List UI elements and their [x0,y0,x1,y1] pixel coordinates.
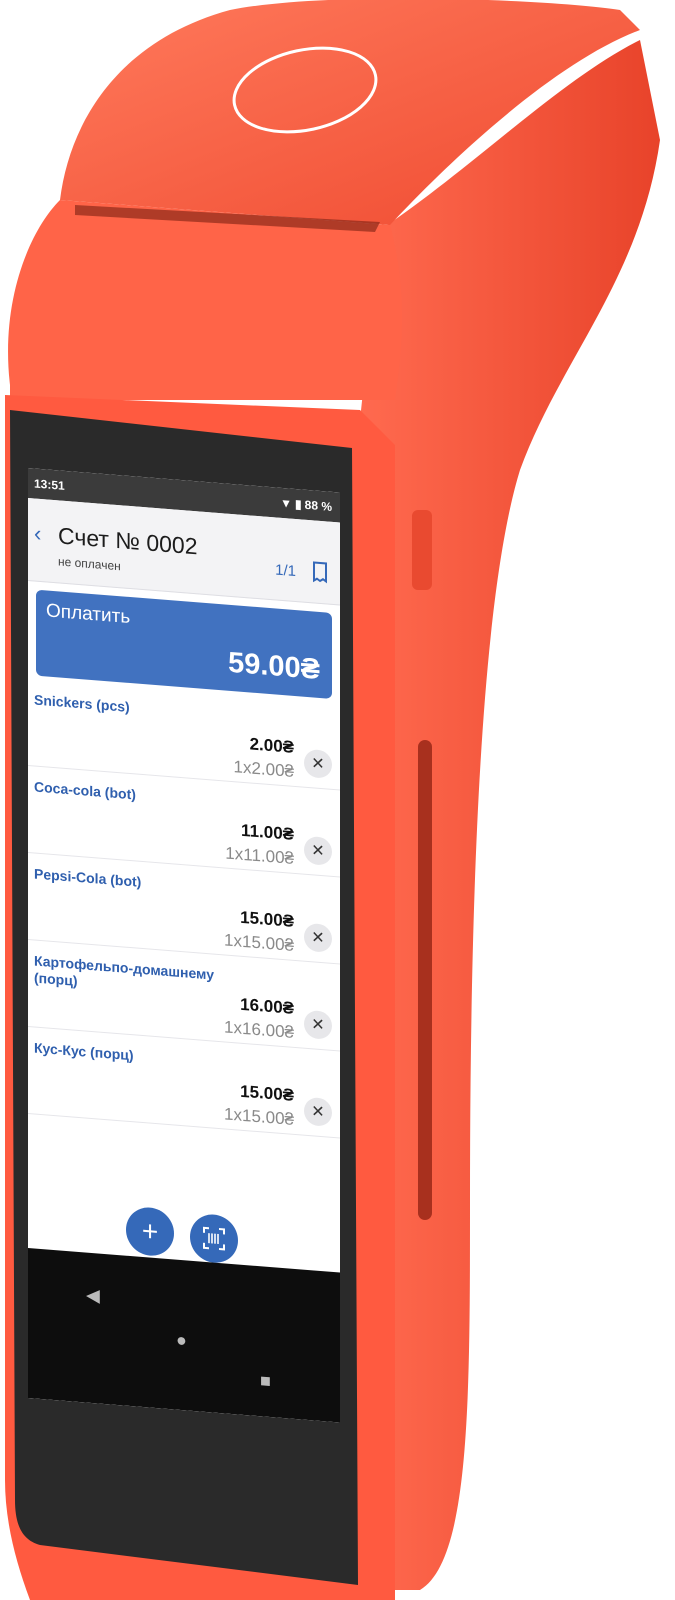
pos-screen: 13:51 ▼ ▮ 88 % ‹ Счет № 0002 не оплачен … [28,468,340,1423]
item-quantity: 1x11.00₴ [225,843,294,868]
pay-label: Оплатить [46,600,131,629]
item-quantity: 1x15.00₴ [224,930,294,955]
item-name: Coca-cola (bot) [34,778,136,803]
item-name: Картофельпо-домашнему (порц) [34,952,215,989]
item-price: 2.00₴ [249,734,294,757]
item-quantity: 1x15.00₴ [224,1104,294,1129]
status-time: 13:51 [34,476,65,493]
payment-status: не оплачен [58,554,121,574]
back-chevron-icon[interactable]: ‹ [34,520,41,547]
plus-icon: + [141,1214,159,1248]
remove-item-button[interactable]: ✕ [304,748,332,779]
item-price: 15.00₴ [240,1081,294,1105]
pos-terminal: 13:51 ▼ ▮ 88 % ‹ Счет № 0002 не оплачен … [0,0,675,1600]
scan-barcode-button[interactable] [190,1212,238,1265]
nav-home-icon[interactable]: ● [176,1330,187,1352]
order-items-list: Snickers (pcs) 2.00₴ 1x2.00₴ ✕ Coca-cola… [28,679,340,1139]
status-right: ▼ ▮ 88 % [280,496,332,514]
battery-level: 88 % [304,497,332,514]
battery-icon: ▮ [295,497,302,512]
item-name: Snickers (pcs) [34,691,130,716]
remove-item-button[interactable]: ✕ [304,1009,332,1040]
nav-back-icon[interactable]: ◀ [86,1285,100,1307]
nav-recent-icon[interactable]: ■ [260,1370,271,1392]
item-quantity: 1x16.00₴ [224,1017,294,1042]
pay-total: 59.00₴ [228,646,320,686]
remove-item-button[interactable]: ✕ [304,1096,332,1127]
remove-item-button[interactable]: ✕ [304,922,332,953]
remove-item-button[interactable]: ✕ [304,835,332,866]
item-price: 11.00₴ [241,820,294,844]
item-name: Кус-Кус (порц) [34,1039,134,1064]
receipt-icon[interactable] [312,560,330,585]
page-counter: 1/1 [275,561,296,581]
item-quantity: 1x2.00₴ [233,757,295,781]
item-name: Pepsi-Cola (bot) [34,865,142,890]
item-price: 15.00₴ [240,907,294,931]
page-title: Счет № 0002 [58,522,198,560]
item-price: 16.00₴ [240,994,294,1018]
barcode-scan-icon [203,1226,225,1251]
android-nav-bar: ◀ ● ■ [28,1248,340,1423]
wifi-icon: ▼ [280,495,293,511]
add-item-button[interactable]: + [126,1205,174,1258]
